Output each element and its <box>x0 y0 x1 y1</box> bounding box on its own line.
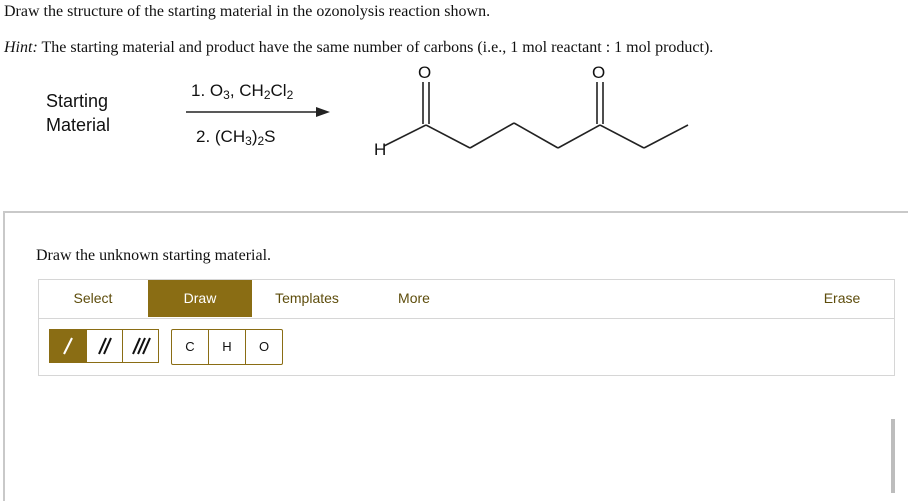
tab-erase[interactable]: Erase <box>799 280 885 317</box>
hint-line: Hint: The starting material and product … <box>4 39 713 57</box>
tab-draw[interactable]: Draw <box>148 280 252 317</box>
atom-button-o[interactable]: O <box>245 330 282 364</box>
atom-button-c[interactable]: C <box>172 330 208 364</box>
tab-more[interactable]: More <box>369 280 459 317</box>
hint-label: Hint: <box>4 39 38 56</box>
starting-label-line2: Material <box>46 115 111 135</box>
vertical-scrollbar[interactable] <box>891 419 895 493</box>
atom-button-h[interactable]: H <box>208 330 245 364</box>
product-atom-h: H <box>374 140 387 159</box>
question-prompt: Draw the structure of the starting mater… <box>4 3 491 20</box>
toolbar-tabs: Select Draw Templates More Erase <box>39 280 894 319</box>
starting-material-label: Starting Material <box>46 89 110 137</box>
reagent-step-1: 1. O3, CH2Cl2 <box>191 81 294 102</box>
starting-label-line1: Starting <box>46 91 109 111</box>
product-structure <box>383 82 689 149</box>
tab-templates[interactable]: Templates <box>253 280 361 317</box>
double-bond-icon[interactable] <box>86 330 122 362</box>
reaction-arrow-icon <box>186 107 330 117</box>
tab-select[interactable]: Select <box>39 280 147 317</box>
triple-bond-icon[interactable] <box>122 330 158 362</box>
bond-tools <box>49 329 159 363</box>
atom-tools: C H O <box>171 329 283 365</box>
reagent-step-2: 2. (CH3)2S <box>196 127 276 148</box>
panel-prompt: Draw the unknown starting material. <box>36 247 272 264</box>
drawing-toolbar: Select Draw Templates More Erase C H O <box>38 279 895 376</box>
product-atom-o1: O <box>418 63 432 82</box>
product-atom-o2: O <box>592 63 606 82</box>
hint-text: The starting material and product have t… <box>37 39 714 56</box>
single-bond-icon[interactable] <box>50 330 86 362</box>
